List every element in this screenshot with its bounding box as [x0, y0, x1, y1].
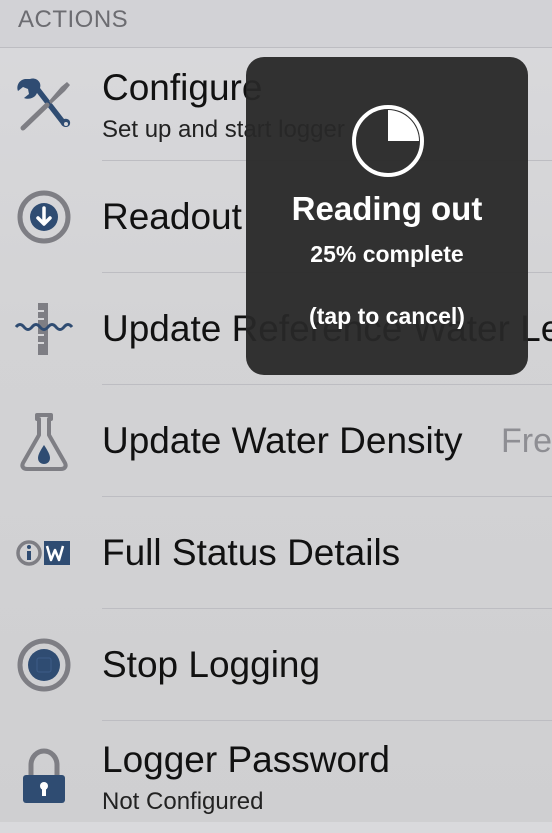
tools-icon [14, 75, 74, 135]
row-title: Full Status Details [102, 532, 401, 573]
row-subtitle: Not Configured [102, 788, 264, 815]
download-arrow-icon [14, 187, 74, 247]
row-title: Logger Password [102, 739, 390, 780]
stop-icon [14, 635, 74, 695]
hud-title: Reading out [291, 190, 483, 227]
readout-progress-hud[interactable]: Reading out 25% complete (tap to cancel) [246, 57, 528, 375]
row-stop-logging[interactable]: Stop Logging [0, 609, 552, 721]
row-title: Configure [102, 67, 263, 108]
section-header-actions: ACTIONS [0, 0, 552, 48]
flask-icon [14, 411, 74, 471]
row-logger-password[interactable]: Logger Password Not Configured [0, 721, 552, 833]
row-full-status-details[interactable]: Full Status Details [0, 497, 552, 609]
info-logo-icon [14, 523, 74, 583]
padlock-icon [14, 747, 74, 807]
progress-pie-icon [352, 105, 424, 177]
row-title: Readout [102, 196, 242, 237]
row-title: Stop Logging [102, 644, 321, 685]
hud-progress-status: 25% complete [310, 241, 464, 267]
row-detail-value: Fre [501, 422, 552, 460]
hud-cancel-hint[interactable]: (tap to cancel) [246, 303, 528, 330]
row-title: Update Water Density [102, 420, 463, 461]
row-update-water-density[interactable]: Update Water Density Fre [0, 385, 552, 497]
progress-wedge [388, 110, 419, 141]
water-level-gauge-icon [14, 299, 74, 359]
